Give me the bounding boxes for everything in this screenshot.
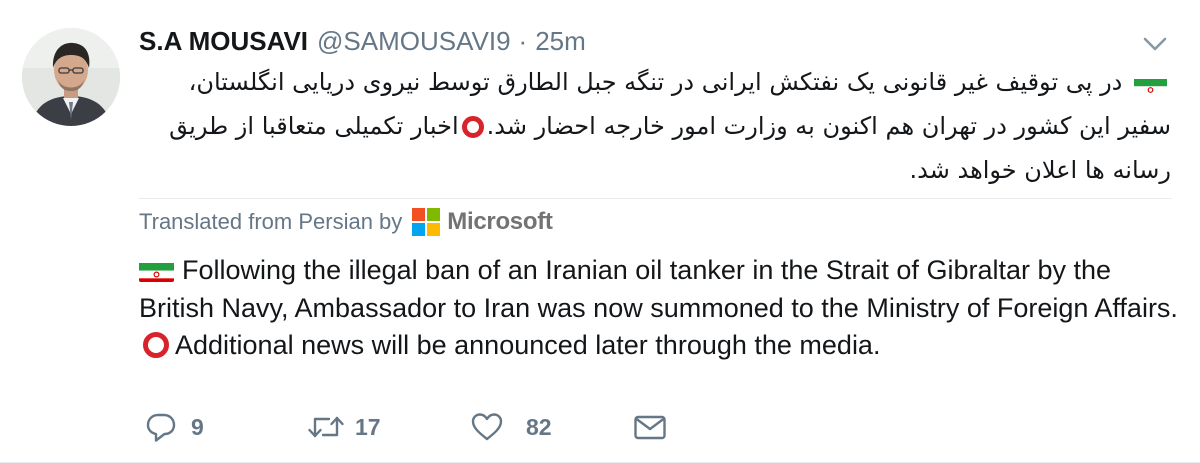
tweet-actions: 9 17 82 [139, 404, 1179, 450]
microsoft-logo-icon [412, 208, 441, 236]
translated-text-part2: Additional news will be announced later … [175, 330, 881, 360]
tweet-header: S.A MOUSAVI @SAMOUSAVI9 · 25m [139, 26, 586, 60]
like-count: 82 [526, 413, 552, 440]
translated-label: Translated from Persian by [139, 209, 403, 234]
tweet-text-translated: Following the illegal ban of an Iranian … [139, 252, 1179, 365]
separator-dot: · [518, 26, 528, 56]
reply-count: 9 [191, 413, 204, 440]
avatar[interactable] [22, 28, 120, 126]
avatar-image [22, 28, 120, 126]
translation-divider [139, 198, 1172, 199]
tweet-text-persian: در پی توقیف غیر قانونی یک نفتکش ایرانی د… [139, 60, 1171, 192]
red-circle-icon [461, 116, 484, 138]
translator-name[interactable]: Microsoft [447, 208, 553, 236]
author-name[interactable]: S.A MOUSAVI [139, 26, 308, 57]
heart-icon [471, 413, 503, 441]
tweet-card[interactable]: S.A MOUSAVI @SAMOUSAVI9 · 25m در پی توقی… [0, 0, 1200, 463]
translation-attribution: Translated from Persian by Microsoft [139, 206, 553, 238]
reply-button[interactable]: 9 [145, 404, 204, 450]
iran-flag-icon [1134, 71, 1167, 93]
retweet-count: 17 [355, 413, 381, 440]
chevron-down-icon[interactable] [1142, 34, 1168, 54]
translated-text-part1: Following the illegal ban of an Iranian … [139, 255, 1178, 323]
persian-line-2: کشور در تهران هم اکنون به وزارت امور خار… [486, 112, 1072, 140]
persian-line-4: خواهد شد. [909, 156, 1017, 184]
like-button[interactable]: 82 [470, 404, 552, 450]
retweet-button[interactable]: 17 [307, 404, 381, 450]
red-circle-icon [143, 332, 169, 358]
direct-message-button[interactable] [633, 404, 667, 450]
author-handle[interactable]: @SAMOUSAVI9 [317, 26, 511, 57]
envelope-icon [634, 415, 666, 440]
iran-flag-icon [139, 259, 174, 282]
tweet-timestamp[interactable]: 25m [535, 26, 586, 57]
retweet-icon [308, 416, 344, 438]
reply-icon [146, 413, 176, 442]
